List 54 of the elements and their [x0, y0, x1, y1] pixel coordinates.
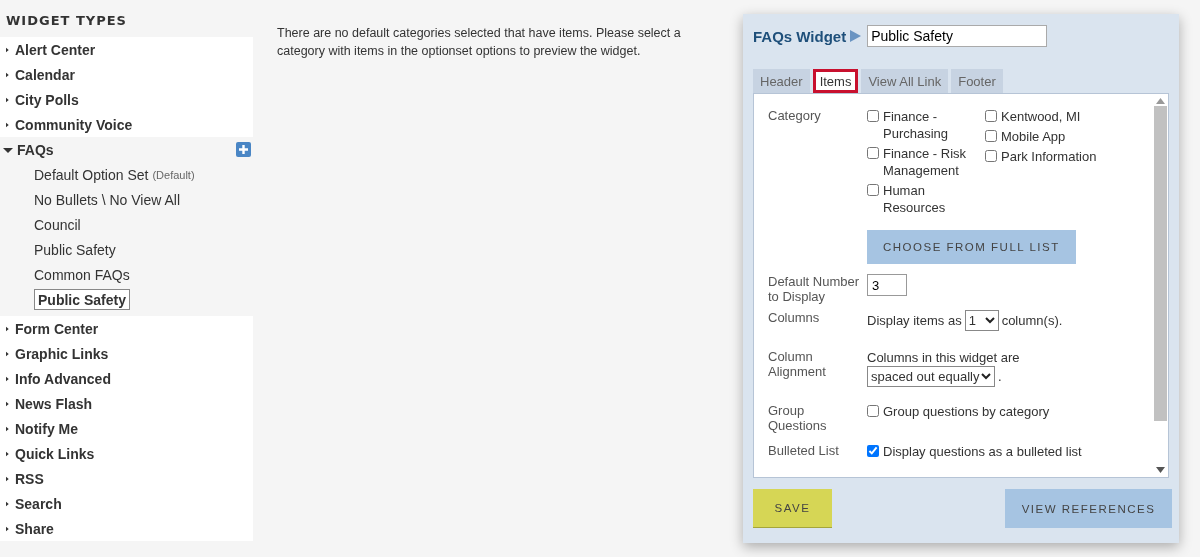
checkbox[interactable] [867, 405, 879, 417]
checkbox-label: Human Resources [883, 182, 947, 216]
checkbox[interactable] [867, 147, 879, 159]
save-button[interactable]: SAVE [753, 489, 832, 528]
scroll-down-icon[interactable] [1156, 467, 1165, 473]
field-label: Bulleted List [768, 443, 840, 460]
checkbox[interactable] [985, 130, 997, 142]
field-label: Column Alignment [768, 349, 827, 381]
empty-preview-message: There are no default categories selected that have items. Please select a category with items in the optionset options to preview the widget. [277, 25, 682, 60]
choose-list-button[interactable]: CHOOSE FROM FULL LIST [867, 230, 1076, 264]
checkbox[interactable] [985, 150, 997, 162]
option-set-item[interactable]: Council [34, 216, 81, 233]
option-set-item[interactable]: Common FAQs [34, 266, 130, 283]
field-label: Columns [768, 310, 821, 327]
checkbox[interactable] [985, 110, 997, 122]
chevron-down-icon [984, 317, 995, 324]
tab[interactable]: Footer [951, 69, 1003, 93]
number-input[interactable]: 3 [867, 274, 907, 296]
checkbox-label: Finance - Purchasing [883, 108, 950, 142]
sidebar-item[interactable]: FAQs [17, 141, 236, 158]
checkbox-label: Park Information [1001, 148, 1097, 165]
columns-select[interactable]: 1 [964, 310, 999, 331]
sidebar-heading: WIDGET TYPES [5, 12, 128, 30]
checkbox-label: Display questions as a bulleted list [883, 443, 1082, 460]
field-label: Group Questions [768, 403, 828, 433]
checkbox-label: Mobile App [1001, 128, 1066, 145]
arrow-right-icon [850, 30, 862, 42]
option-set-item[interactable]: No Bullets \ No View All [34, 191, 181, 208]
checkbox-label: Finance - Risk Management [883, 145, 968, 179]
add-icon[interactable] [236, 142, 251, 157]
checkbox[interactable] [867, 445, 879, 457]
name-input[interactable]: Public Safety [867, 25, 1048, 47]
option-set-item[interactable]: Public Safety [34, 289, 130, 310]
field-text: column(s). [1001, 312, 1063, 329]
tab[interactable]: Header [753, 69, 810, 93]
checkbox[interactable] [867, 184, 879, 196]
default-label: (Default) [152, 168, 195, 181]
view-references-button[interactable]: VIEW REFERENCES [1005, 489, 1172, 528]
checkbox[interactable] [867, 110, 879, 122]
field-label: Default Number to Display [768, 274, 861, 304]
scroll-up-icon[interactable] [1156, 98, 1165, 104]
panel-title: FAQs Widget [753, 27, 847, 45]
checkbox-label: Group questions by category [883, 403, 1050, 420]
alignment-select[interactable]: spaced out equally [867, 366, 995, 387]
checkbox-label: Kentwood, MI [1001, 108, 1081, 125]
option-set-item[interactable]: Public Safety [34, 241, 116, 258]
chevron-down-icon [981, 373, 991, 380]
field-text: . [998, 368, 1002, 385]
tab[interactable]: View All Link [861, 69, 949, 93]
tab[interactable]: Items [812, 69, 859, 93]
field-text: Display items as [867, 312, 962, 329]
option-set-item[interactable]: Default Option Set [34, 166, 149, 183]
field-text: Columns in this widget are [867, 349, 1021, 366]
field-label: Category [768, 108, 822, 125]
